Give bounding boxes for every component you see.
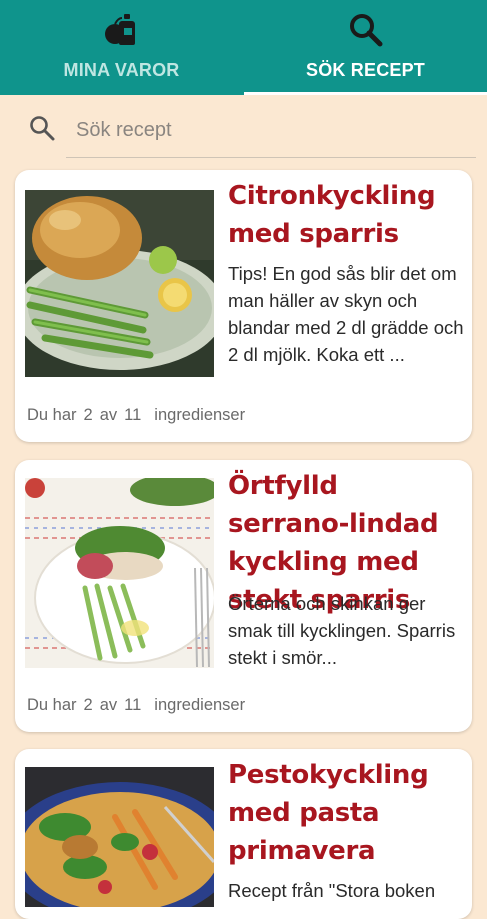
- recipe-card[interactable]: Citronkyckling med sparris Tips! En god …: [15, 170, 472, 442]
- total-count: 11: [124, 696, 142, 714]
- ingredient-count: Du har 2 av 11 ingredienser: [27, 406, 252, 425]
- footer-of: av: [99, 406, 118, 424]
- recipe-title: Pestokyckling med pasta primavera: [228, 760, 429, 866]
- recipe-description: Örterna och skinkan ger smak till kyckli…: [228, 593, 456, 668]
- footer-suffix: ingredienser: [154, 696, 246, 714]
- footer-prefix: Du har: [27, 696, 77, 714]
- active-tab-indicator: [244, 92, 487, 95]
- have-count: 2: [83, 696, 93, 714]
- have-count: 2: [83, 406, 93, 424]
- search-bar: [0, 104, 487, 160]
- tab-sok-recept[interactable]: SÖK RECEPT: [244, 0, 487, 95]
- search-icon[interactable]: [28, 114, 56, 147]
- footer-prefix: Du har: [27, 406, 77, 424]
- search-icon: [348, 12, 384, 53]
- recipe-title: Citronkyckling med sparris: [228, 181, 436, 249]
- total-count: 11: [124, 406, 142, 424]
- recipe-description: Tips! En god sås blir det om man häller …: [228, 263, 464, 365]
- groceries-icon: [104, 12, 140, 51]
- tab-label: MINA VAROR: [63, 60, 180, 80]
- footer-of: av: [99, 696, 118, 714]
- search-input[interactable]: [66, 104, 476, 158]
- recipe-image: [25, 478, 214, 668]
- tab-mina-varor[interactable]: MINA VAROR: [0, 0, 243, 95]
- top-tab-bar: MINA VAROR SÖK RECEPT: [0, 0, 487, 95]
- recipe-card[interactable]: Örtfylld serrano-lindad kyckling med ste…: [15, 460, 472, 732]
- tab-label: SÖK RECEPT: [305, 60, 426, 80]
- recipe-image: [25, 190, 214, 377]
- recipe-card[interactable]: Pestokyckling med pasta primavera Recept…: [15, 749, 472, 919]
- ingredient-count: Du har 2 av 11 ingredienser: [27, 696, 252, 715]
- footer-suffix: ingredienser: [154, 406, 246, 424]
- recipe-image: [25, 767, 214, 907]
